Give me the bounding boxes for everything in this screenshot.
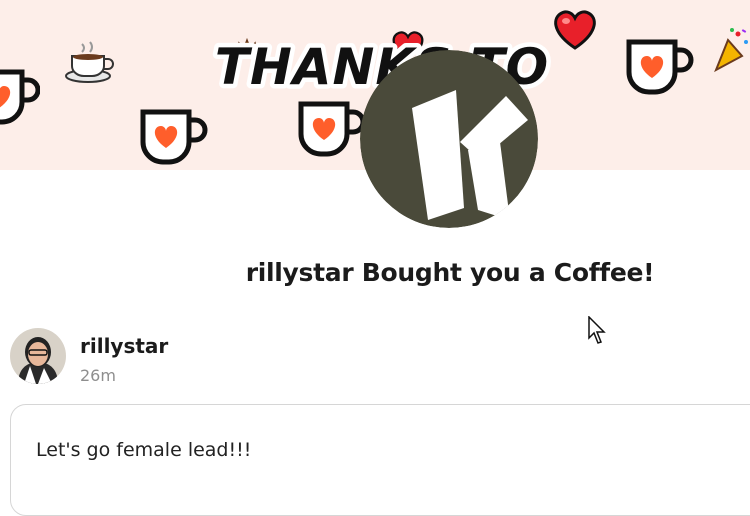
supporter-avatar[interactable] bbox=[10, 328, 66, 384]
message-card: Let's go female lead!!! bbox=[10, 404, 750, 516]
heart-mug-icon bbox=[298, 101, 366, 157]
mouse-cursor-icon bbox=[588, 316, 606, 344]
heart-mug-icon bbox=[626, 39, 694, 95]
heart-mug-icon bbox=[0, 69, 40, 125]
supporter-name[interactable]: rillystar bbox=[80, 334, 168, 358]
page-title: rillystar Bought you a Coffee! bbox=[245, 258, 655, 287]
creator-avatar: K bbox=[360, 50, 538, 228]
message-text: Let's go female lead!!! bbox=[36, 439, 252, 461]
coffee-cup-icon bbox=[65, 41, 114, 83]
party-popper-icon bbox=[714, 28, 748, 73]
heart-mug-icon bbox=[140, 109, 208, 165]
supporter-timestamp: 26m bbox=[80, 366, 116, 385]
